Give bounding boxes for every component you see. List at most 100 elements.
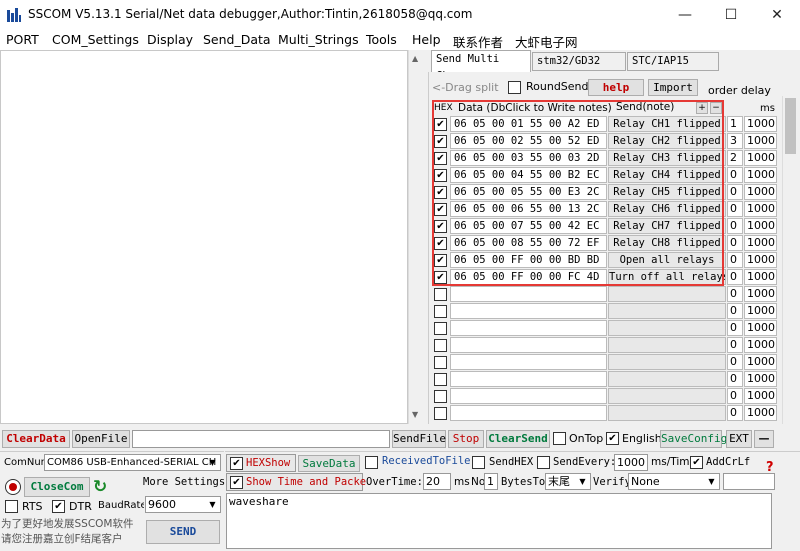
- comnum-select[interactable]: COM86 USB-Enhanced-SERIAL CH ▼: [44, 454, 221, 471]
- clear-send-button[interactable]: ClearSend: [486, 430, 550, 448]
- row-delay-input[interactable]: 1000: [744, 388, 777, 404]
- row-hex-checkbox[interactable]: ✔: [434, 152, 447, 165]
- save-data-button[interactable]: SaveData: [298, 455, 360, 472]
- row-delay-input[interactable]: 1000: [744, 218, 777, 234]
- row-order-input[interactable]: 0: [727, 405, 743, 421]
- row-send-button[interactable]: Relay CH5 flipped: [608, 184, 726, 200]
- row-hex-checkbox[interactable]: [434, 288, 447, 301]
- menu-send-data[interactable]: Send_Data: [203, 32, 271, 47]
- receive-scrollbar[interactable]: ▲ ▼: [408, 50, 425, 424]
- row-hex-checkbox[interactable]: [434, 390, 447, 403]
- import-button[interactable]: Import: [648, 79, 698, 96]
- remove-row-button[interactable]: −: [710, 102, 722, 114]
- row-order-input[interactable]: 0: [727, 337, 743, 353]
- row-order-input[interactable]: 0: [727, 286, 743, 302]
- multi-scrollbar-thumb[interactable]: [785, 98, 796, 154]
- row-hex-checkbox[interactable]: ✔: [434, 135, 447, 148]
- row-hex-checkbox[interactable]: ✔: [434, 186, 447, 199]
- menu-tools[interactable]: Tools: [366, 32, 397, 47]
- chevron-down-icon[interactable]: ▼: [206, 498, 219, 512]
- row-delay-input[interactable]: 1000: [744, 354, 777, 370]
- send-button[interactable]: SEND: [146, 520, 220, 544]
- menu-help[interactable]: Help: [412, 32, 441, 47]
- menu-port[interactable]: PORT: [6, 32, 39, 47]
- ext-button[interactable]: EXT: [726, 430, 752, 448]
- row-order-input[interactable]: 0: [727, 167, 743, 183]
- add-row-button[interactable]: +: [696, 102, 708, 114]
- row-send-button[interactable]: [608, 405, 726, 421]
- row-data-input[interactable]: 06 05 00 07 55 00 42 EC: [450, 218, 607, 234]
- maximize-button[interactable]: ☐: [708, 0, 754, 30]
- row-hex-checkbox[interactable]: [434, 356, 447, 369]
- close-com-button[interactable]: CloseCom: [24, 477, 90, 497]
- row-hex-checkbox[interactable]: ✔: [434, 271, 447, 284]
- row-send-button[interactable]: [608, 388, 726, 404]
- row-order-input[interactable]: 0: [727, 252, 743, 268]
- row-data-input[interactable]: [450, 405, 607, 421]
- row-data-input[interactable]: 06 05 00 06 55 00 13 2C: [450, 201, 607, 217]
- receive-area[interactable]: [0, 50, 408, 424]
- row-delay-input[interactable]: 1000: [744, 269, 777, 285]
- row-hex-checkbox[interactable]: ✔: [434, 254, 447, 267]
- row-order-input[interactable]: 0: [727, 184, 743, 200]
- send-text-input[interactable]: waveshare: [226, 493, 772, 549]
- row-order-input[interactable]: 0: [727, 218, 743, 234]
- row-hex-checkbox[interactable]: ✔: [434, 203, 447, 216]
- row-data-input[interactable]: [450, 320, 607, 336]
- row-order-input[interactable]: 0: [727, 388, 743, 404]
- row-order-input[interactable]: 0: [727, 371, 743, 387]
- row-send-button[interactable]: Relay CH2 flipped: [608, 133, 726, 149]
- row-data-input[interactable]: 06 05 00 01 55 00 A2 ED: [450, 116, 607, 132]
- on-top-checkbox[interactable]: [553, 432, 566, 445]
- row-delay-input[interactable]: 1000: [744, 286, 777, 302]
- multi-scrollbar[interactable]: [782, 96, 798, 424]
- menu-multi-strings[interactable]: Multi_Strings: [278, 32, 359, 47]
- menu-contact-author[interactable]: 联系作者: [453, 32, 503, 51]
- drag-split-label[interactable]: <-Drag split: [432, 81, 499, 94]
- row-delay-input[interactable]: 1000: [744, 235, 777, 251]
- row-data-input[interactable]: 06 05 00 04 55 00 B2 EC: [450, 167, 607, 183]
- file-path-input[interactable]: [132, 430, 390, 448]
- row-delay-input[interactable]: 1000: [744, 116, 777, 132]
- overtime-input[interactable]: 20: [423, 473, 451, 490]
- add-crlf-checkbox[interactable]: ✔: [690, 456, 703, 469]
- row-hex-checkbox[interactable]: ✔: [434, 237, 447, 250]
- row-delay-input[interactable]: 1000: [744, 303, 777, 319]
- chevron-down-icon[interactable]: ▼: [206, 456, 219, 470]
- row-delay-input[interactable]: 1000: [744, 184, 777, 200]
- row-order-input[interactable]: 1: [727, 116, 743, 132]
- row-order-input[interactable]: 0: [727, 303, 743, 319]
- more-settings-button[interactable]: More Settings: [143, 476, 225, 488]
- row-delay-input[interactable]: 1000: [744, 320, 777, 336]
- row-send-button[interactable]: Relay CH4 flipped: [608, 167, 726, 183]
- row-send-button[interactable]: [608, 337, 726, 353]
- row-send-button[interactable]: [608, 320, 726, 336]
- bytes-to-select[interactable]: 末尾 ▼: [545, 473, 591, 490]
- row-hex-checkbox[interactable]: [434, 305, 447, 318]
- row-order-input[interactable]: 0: [727, 235, 743, 251]
- row-send-button[interactable]: Relay CH1 flipped: [608, 116, 726, 132]
- row-delay-input[interactable]: 1000: [744, 405, 777, 421]
- baudrate-select[interactable]: 9600 ▼: [145, 496, 221, 513]
- row-delay-input[interactable]: 1000: [744, 201, 777, 217]
- row-send-button[interactable]: Relay CH7 flipped: [608, 218, 726, 234]
- english-checkbox[interactable]: ✔: [606, 432, 619, 445]
- clear-data-button[interactable]: ClearData: [2, 430, 70, 448]
- row-hex-checkbox[interactable]: ✔: [434, 169, 447, 182]
- no-input[interactable]: 1: [484, 473, 498, 490]
- help-button[interactable]: help: [588, 79, 644, 96]
- send-every-input[interactable]: 1000: [614, 454, 648, 471]
- row-hex-checkbox[interactable]: [434, 407, 447, 420]
- tab-stm32-isp[interactable]: stm32/GD32 ISP: [532, 52, 626, 84]
- row-send-button[interactable]: [608, 354, 726, 370]
- chevron-down-icon[interactable]: ▼: [576, 475, 589, 489]
- menu-com-settings[interactable]: COM_Settings: [52, 32, 139, 47]
- row-hex-checkbox[interactable]: [434, 339, 447, 352]
- row-data-input[interactable]: [450, 286, 607, 302]
- hexshow-toggle[interactable]: ✔ HEXShow: [226, 454, 296, 472]
- row-data-input[interactable]: [450, 354, 607, 370]
- refresh-icon[interactable]: ↻: [93, 478, 111, 496]
- tab-stc-isp[interactable]: STC/IAP15 ISP: [627, 52, 719, 84]
- scroll-down-arrow-icon[interactable]: ▼: [412, 410, 418, 419]
- row-data-input[interactable]: [450, 303, 607, 319]
